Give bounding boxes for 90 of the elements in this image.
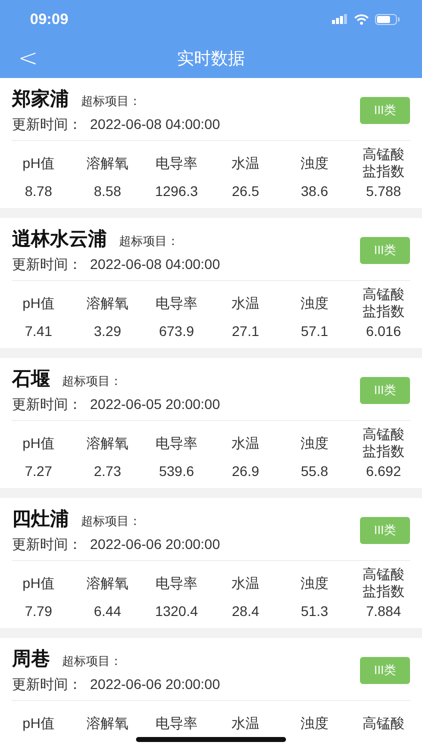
update-time: 2022-06-05 20:00:00: [90, 396, 220, 414]
metric-value: 8.78: [24, 183, 52, 199]
exceed-label: 超标项目：: [119, 233, 179, 250]
metric-label: pH值: [22, 714, 54, 733]
update-label: 更新时间：: [12, 676, 82, 694]
metric-label: 浊度: [300, 574, 328, 592]
metric-value: 26.5: [232, 183, 260, 199]
station-card[interactable]: 周巷 超标项目： 更新时间： 2022-06-06 20:00:00 III类 pH值 溶解氧 电导率 水温 浊度 高锰酸: [0, 638, 422, 750]
metric-label: 浊度: [300, 294, 328, 312]
metric-label: 溶解氧: [86, 294, 128, 312]
page-title: 实时数据: [177, 48, 245, 70]
metric-value: 7.27: [24, 463, 52, 479]
metric-label: 浊度: [300, 434, 328, 452]
metric-label: 溶解氧: [86, 714, 128, 732]
metric-label: 高锰酸: [362, 714, 404, 732]
metric-label: 电导率: [156, 574, 198, 592]
metric-label: pH值: [22, 574, 54, 593]
metric-label: 水温: [232, 574, 260, 592]
metric-value: 6.016: [366, 323, 402, 339]
metric-value: 51.3: [300, 603, 328, 619]
update-label: 更新时间：: [12, 396, 82, 414]
update-time: 2022-06-08 04:00:00: [90, 116, 220, 134]
metric-label: 电导率: [156, 434, 198, 452]
metric-label: 高锰酸盐指数: [361, 285, 406, 321]
metric-label: pH值: [22, 434, 54, 453]
metric-label: 水温: [232, 434, 260, 452]
station-card[interactable]: 逍林水云浦 超标项目： 更新时间： 2022-06-08 04:00:00 III类 pH值 7.41 溶解氧 3.29 电导率 673.9 水温 27.1 浊度 57.1 高锰酸盐指数 6.016: [0, 218, 422, 348]
metric-label: 电导率: [156, 294, 198, 312]
metric-label: 水温: [232, 154, 260, 172]
metric-value: 38.6: [300, 183, 328, 199]
back-button[interactable]: <: [14, 44, 42, 72]
metric-value: 7.79: [24, 603, 52, 619]
metric-value: 28.4: [232, 603, 260, 619]
update-time: 2022-06-06 20:00:00: [90, 676, 220, 694]
metric-label: 高锰酸盐指数: [361, 145, 406, 181]
station-name: 逍林水云浦: [12, 228, 107, 252]
metric-value: 3.29: [94, 323, 122, 339]
grade-badge[interactable]: III类: [360, 376, 410, 404]
grade-badge[interactable]: III类: [360, 236, 410, 264]
metric-label: pH值: [22, 294, 54, 313]
metric-value: 27.1: [232, 323, 260, 339]
metric-value: 57.1: [300, 323, 328, 339]
metric-label: 溶解氧: [86, 574, 128, 592]
station-name: 四灶浦: [12, 508, 69, 532]
station-card[interactable]: 石堰 超标项目： 更新时间： 2022-06-05 20:00:00 III类 pH值 7.27 溶解氧 2.73 电导率 539.6 水温 26.9 浊度 55.8 高锰酸盐指数 6.692: [0, 358, 422, 488]
metric-value: 6.692: [366, 463, 402, 479]
update-label: 更新时间：: [12, 536, 82, 554]
exceed-label: 超标项目：: [62, 373, 122, 390]
status-time: 09:09: [30, 10, 68, 28]
station-name: 郑家浦: [12, 88, 69, 112]
update-label: 更新时间：: [12, 256, 82, 274]
wifi-icon: [354, 14, 369, 24]
grade-badge[interactable]: III类: [360, 96, 410, 124]
signal-icon: [332, 14, 348, 24]
metric-value: 673.9: [158, 323, 194, 339]
metric-label: 溶解氧: [86, 154, 128, 172]
grade-badge[interactable]: III类: [360, 656, 410, 684]
metric-label: 浊度: [300, 154, 328, 172]
metric-value: 55.8: [300, 463, 328, 479]
exceed-label: 超标项目：: [62, 653, 122, 670]
metric-label: 高锰酸盐指数: [361, 565, 406, 601]
metric-value: 539.6: [158, 463, 194, 479]
battery-icon: [375, 14, 400, 24]
station-name: 石堰: [12, 368, 50, 392]
metric-label: pH值: [22, 154, 54, 173]
metric-label: 浊度: [300, 714, 328, 732]
metric-label: 电导率: [156, 154, 198, 172]
metric-label: 水温: [232, 294, 260, 312]
metric-value: 6.44: [94, 603, 122, 619]
station-card[interactable]: 四灶浦 超标项目： 更新时间： 2022-06-06 20:00:00 III类 pH值 7.79 溶解氧 6.44 电导率 1320.4 水温 28.4 浊度 51.3 高锰酸盐指数 7.884: [0, 498, 422, 628]
update-label: 更新时间：: [12, 116, 82, 134]
metric-value: 8.58: [94, 183, 122, 199]
exceed-label: 超标项目：: [81, 513, 141, 530]
metric-label: 溶解氧: [86, 434, 128, 452]
metric-value: 26.9: [232, 463, 260, 479]
metric-label: 水温: [232, 714, 260, 732]
station-card[interactable]: 郑家浦 超标项目： 更新时间： 2022-06-08 04:00:00 III类 pH值 8.78 溶解氧 8.58 电导率 1296.3 水温 26.5 浊度 38.6 高锰酸盐指数 5.788: [0, 78, 422, 208]
metric-value: 7.41: [24, 323, 52, 339]
metric-value: 1320.4: [155, 603, 198, 619]
metric-value: 5.788: [366, 183, 402, 199]
metric-label: 电导率: [156, 714, 198, 732]
metric-value: 7.884: [366, 603, 402, 619]
station-name: 周巷: [12, 648, 50, 672]
grade-badge[interactable]: III类: [360, 516, 410, 544]
metric-label: 高锰酸盐指数: [361, 425, 406, 461]
exceed-label: 超标项目：: [81, 93, 141, 110]
metric-value: 2.73: [94, 463, 122, 479]
update-time: 2022-06-08 04:00:00: [90, 256, 220, 274]
metric-value: 1296.3: [155, 183, 198, 199]
update-time: 2022-06-06 20:00:00: [90, 536, 220, 554]
